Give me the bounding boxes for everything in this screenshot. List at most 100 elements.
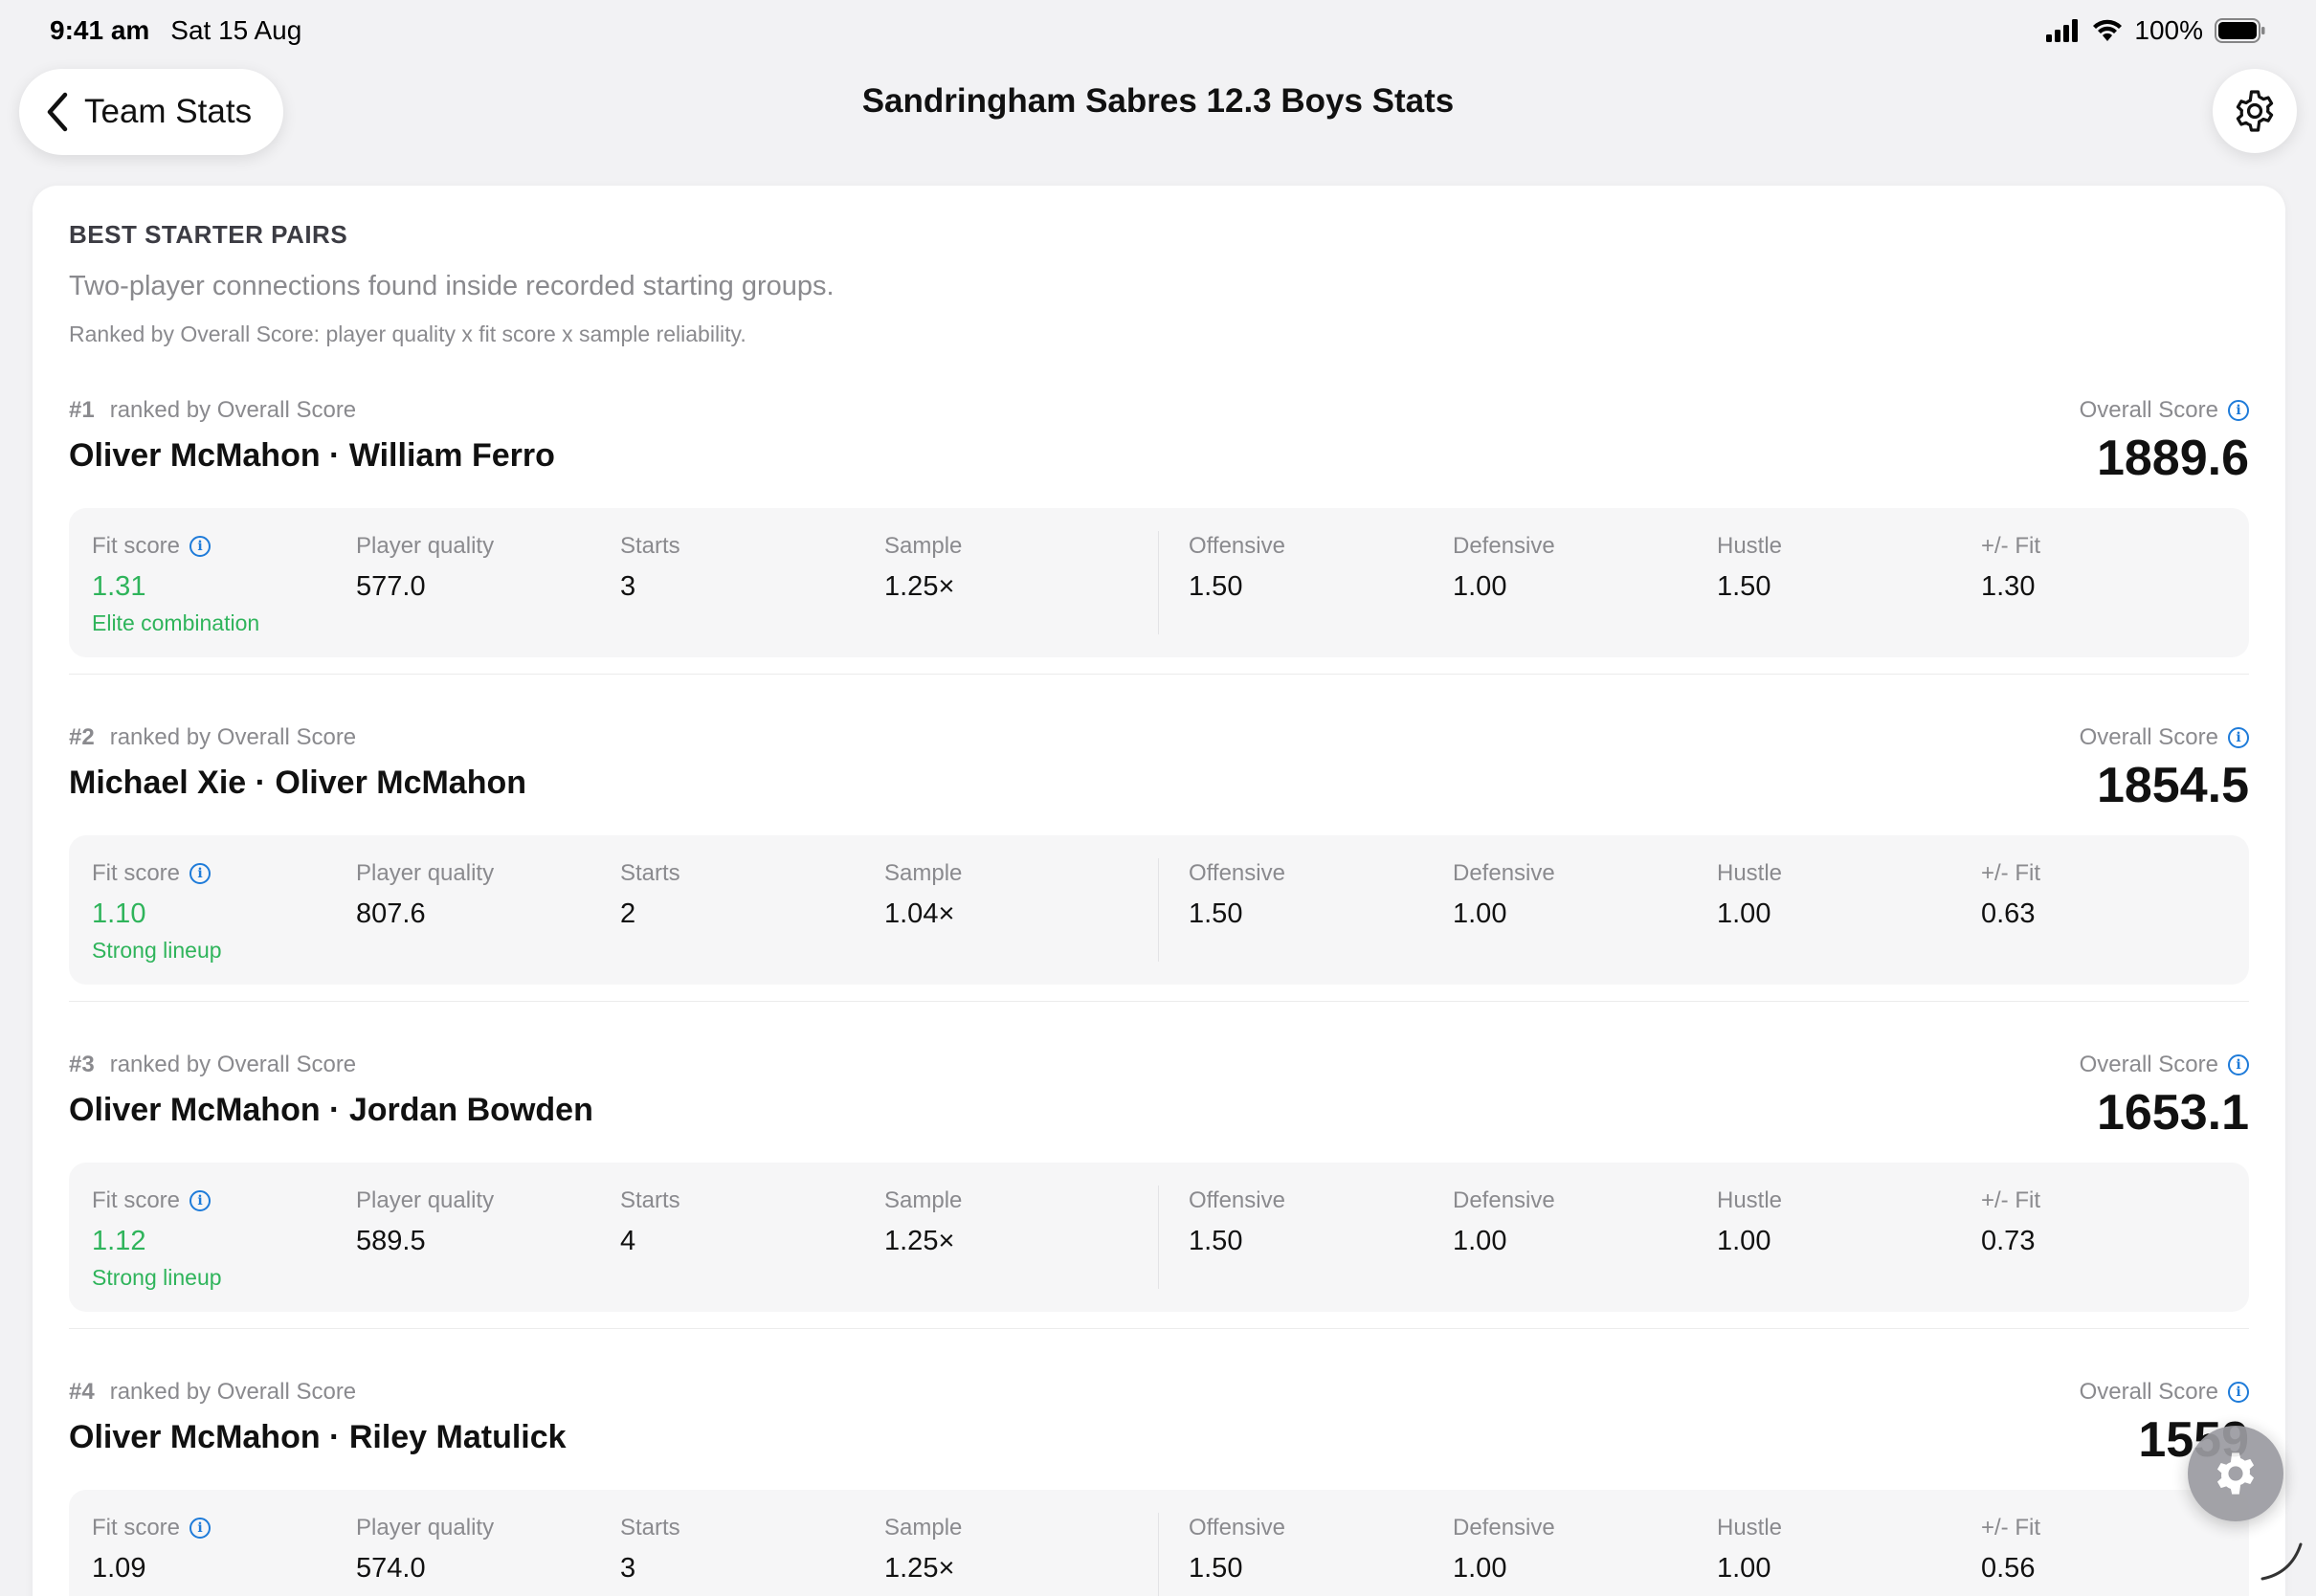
metric-label: Starts: [620, 1515, 680, 1541]
metric-label: Sample: [884, 860, 963, 886]
metric-offensive: Offensive 1.50: [1189, 1515, 1285, 1585]
resize-handle-icon[interactable]: [2259, 1535, 2306, 1583]
pair-rank: #3: [69, 1052, 95, 1077]
status-time: 9:41 am: [50, 15, 150, 45]
metric-value: 1.00: [1453, 898, 1507, 929]
metric-plus-minus-fit: +/- Fit 1.30: [1981, 533, 2040, 603]
metric-label: Starts: [620, 860, 680, 886]
metric-label: Hustle: [1717, 860, 1783, 886]
metric-value: 0.63: [1981, 898, 2036, 929]
status-right: 100%: [2046, 15, 2266, 46]
gear-icon: [2236, 90, 2274, 132]
metrics-divider: [1158, 531, 1159, 634]
starter-pair-row[interactable]: #4 ranked by Overall Score Oliver McMahon …: [69, 1329, 2249, 1596]
metric-hustle: Hustle 1.00: [1717, 1187, 1782, 1257]
metric-offensive: Offensive 1.50: [1189, 1187, 1285, 1257]
info-icon[interactable]: i: [189, 536, 212, 557]
overall-score-value: 1854.5: [2096, 758, 2249, 813]
metric-label: Starts: [620, 1187, 680, 1213]
metric-hustle: Hustle 1.00: [1717, 860, 1782, 930]
metric-fit: Fit score i 1.12 Strong lineup: [92, 1187, 222, 1291]
pair-ranked-by: ranked by Overall Score: [109, 724, 357, 750]
fit-tag: Elite combination: [92, 610, 260, 635]
fit-tag: Strong lineup: [92, 938, 222, 963]
metric-plus-minus-fit: +/- Fit 0.63: [1981, 860, 2040, 930]
info-icon[interactable]: i: [2228, 1054, 2249, 1075]
info-icon[interactable]: i: [2228, 400, 2249, 421]
overall-score-label: Overall Score: [2079, 724, 2218, 750]
status-bar: 9:41 am Sat 15 Aug 100%: [0, 0, 2316, 61]
metric-value: 1.00: [1453, 571, 1507, 602]
info-icon[interactable]: i: [189, 863, 212, 884]
pair-rank-row: #2 ranked by Overall Score: [69, 724, 2249, 751]
section-heading: BEST STARTER PAIRS: [69, 220, 348, 249]
metric-plus-minus-fit: +/- Fit 0.73: [1981, 1187, 2040, 1257]
metric-value: 577.0: [356, 571, 426, 602]
starter-pairs-card: BEST STARTER PAIRS Two-player connection…: [33, 186, 2285, 1596]
status-left: 9:41 am Sat 15 Aug: [50, 15, 301, 46]
metrics-divider: [1158, 1186, 1159, 1289]
metric-value: 2: [620, 898, 636, 929]
metric-starts: Starts 2: [620, 860, 680, 930]
metric-label: +/- Fit: [1981, 533, 2041, 559]
metric-label: Hustle: [1717, 1187, 1783, 1213]
metric-label: Hustle: [1717, 533, 1783, 559]
metric-fit: Fit score i 1.10 Strong lineup: [92, 860, 222, 964]
overall-score-value: 1653.1: [2096, 1085, 2249, 1141]
metric-value: 0.73: [1981, 1226, 2036, 1256]
metric-label: Sample: [884, 1187, 963, 1213]
floating-settings-button[interactable]: [2188, 1426, 2283, 1521]
metric-value: 1.50: [1189, 1226, 1243, 1256]
pairs-list: #1 ranked by Overall Score Oliver McMahon …: [69, 347, 2249, 1596]
metric-starts: Starts 3: [620, 533, 680, 603]
metric-value: 3: [620, 571, 636, 602]
metric-label: Player quality: [356, 1187, 495, 1213]
info-icon[interactable]: i: [2228, 727, 2249, 748]
metric-label: Defensive: [1453, 1515, 1555, 1541]
metric-label: Fit score: [92, 1515, 181, 1541]
battery-icon: [2215, 18, 2265, 43]
starter-pair-row[interactable]: #1 ranked by Overall Score Oliver McMahon …: [69, 347, 2249, 675]
metric-label: Player quality: [356, 533, 495, 559]
info-icon[interactable]: i: [189, 1518, 212, 1539]
fit-tag: Strong lineup: [92, 1265, 222, 1290]
metric-label: Fit score: [92, 860, 181, 886]
metric-label: +/- Fit: [1981, 860, 2041, 886]
info-icon[interactable]: i: [2228, 1382, 2249, 1403]
metric-plus-minus-fit: +/- Fit 0.56: [1981, 1515, 2040, 1585]
fit-tag: Neutral: [92, 1592, 211, 1596]
overall-score-value: 1889.6: [2096, 431, 2249, 486]
metric-hustle: Hustle 1.50: [1717, 533, 1782, 603]
metric-label: Defensive: [1453, 1187, 1555, 1213]
overall-score-label: Overall Score: [2079, 1052, 2218, 1077]
settings-button[interactable]: [2213, 69, 2297, 153]
metric-value: 1.25×: [884, 1553, 955, 1584]
metric-offensive: Offensive 1.50: [1189, 860, 1285, 930]
metric-value: 1.04×: [884, 898, 955, 929]
metric-hustle: Hustle 1.00: [1717, 1515, 1782, 1585]
battery-percent: 100%: [2134, 15, 2203, 45]
pair-rank: #4: [69, 1379, 95, 1405]
metric-label: Offensive: [1189, 533, 1285, 559]
starter-pair-row[interactable]: #3 ranked by Overall Score Oliver McMahon …: [69, 1002, 2249, 1329]
metric-defensive: Defensive 1.00: [1453, 1515, 1555, 1585]
pair-ranked-by: ranked by Overall Score: [109, 1052, 357, 1077]
metric-value: 574.0: [356, 1553, 426, 1584]
metric-value: 1.50: [1189, 571, 1243, 602]
pair-rank: #2: [69, 724, 95, 750]
cellular-signal-icon: [2046, 19, 2079, 42]
pair-rank: #1: [69, 397, 95, 423]
metric-value: 1.12: [92, 1226, 146, 1256]
metric-starts: Starts 3: [620, 1515, 680, 1585]
starter-pair-row[interactable]: #2 ranked by Overall Score Michael Xie · O…: [69, 675, 2249, 1002]
gear-icon: [2216, 1452, 2255, 1495]
metric-label: Sample: [884, 1515, 963, 1541]
metric-value: 1.50: [1189, 1553, 1243, 1584]
metric-label: Player quality: [356, 860, 495, 886]
metric-sample: Sample 1.25×: [884, 1187, 962, 1257]
nav-header: Team Stats Sandringham Sabres 12.3 Boys …: [0, 57, 2316, 155]
metric-value: 807.6: [356, 898, 426, 929]
pair-rank-row: #1 ranked by Overall Score: [69, 397, 2249, 424]
info-icon[interactable]: i: [189, 1190, 212, 1211]
metric-sample: Sample 1.25×: [884, 1515, 962, 1585]
